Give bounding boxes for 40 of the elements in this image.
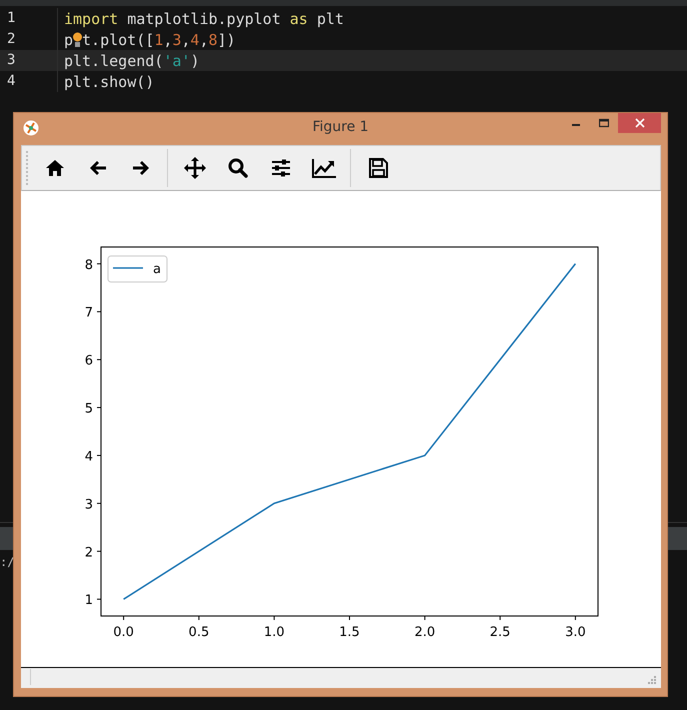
y-tick-label: 7 (84, 306, 93, 321)
code-text: plt.legend('a') (64, 52, 200, 70)
maximize-icon (599, 118, 609, 128)
close-icon (634, 118, 644, 128)
y-tick-label: 8 (84, 258, 93, 273)
code-text: plt.show() (64, 72, 154, 90)
line-chart-icon (311, 157, 337, 179)
legend-box (108, 256, 168, 282)
move-icon (183, 156, 207, 180)
y-tick-label: 6 (84, 354, 93, 369)
legend-label: a (153, 262, 161, 277)
y-tick-label: 1 (84, 593, 93, 608)
save-icon (367, 157, 389, 179)
resize-grip-icon[interactable] (648, 676, 657, 685)
code-text: import matplotlib.pyplot as plt (64, 10, 344, 28)
x-tick-label: 0.5 (188, 625, 210, 640)
app-icon (23, 120, 39, 136)
x-tick-label: 2.5 (490, 625, 510, 640)
lightbulb-icon[interactable] (73, 31, 82, 48)
y-tick-label: 3 (84, 497, 93, 512)
x-tick-label: 1.5 (339, 625, 360, 640)
sliders-icon (270, 157, 292, 179)
y-tick-label: 5 (84, 402, 93, 417)
code-text: t.plot([1,3,4,8]) (82, 30, 236, 48)
search-icon (227, 157, 249, 179)
legend-line (113, 267, 143, 269)
close-button[interactable] (618, 113, 661, 133)
console-text: :/ (0, 555, 14, 569)
y-tick-label: 4 (84, 449, 93, 464)
line-number: 1 (0, 8, 58, 29)
window-title: Figure 1 (312, 119, 369, 135)
x-tick-label: 0.0 (113, 625, 134, 640)
x-tick-label: 2.0 (414, 625, 436, 640)
x-tick-label: 3.0 (565, 625, 586, 640)
code-text: p (64, 30, 74, 48)
line-number: 3 (0, 50, 58, 71)
y-tick-label: 2 (84, 545, 93, 560)
line-number: 4 (0, 71, 58, 92)
home-icon (44, 157, 66, 179)
x-tick-label: 1.0 (264, 625, 285, 640)
